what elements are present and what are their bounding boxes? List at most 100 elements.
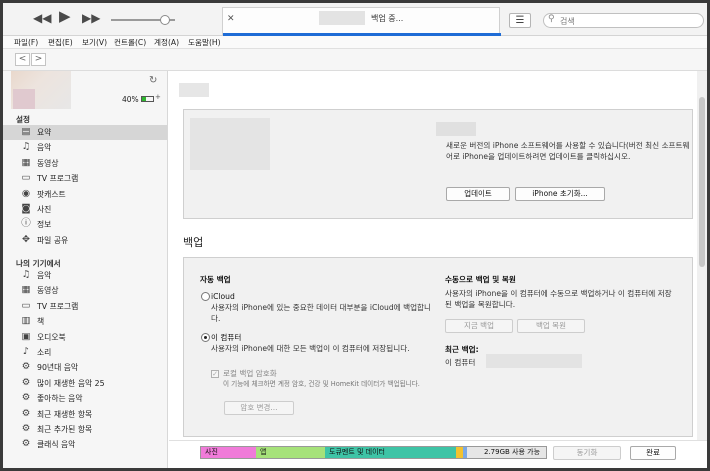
device-item[interactable]: ▦ 동영상 — [3, 283, 167, 298]
this-computer-description: 사용자의 iPhone에 대한 모든 백업이 이 컴퓨터에 저장됩니다. — [211, 344, 410, 353]
settings-item[interactable]: ▦ 동영상 — [3, 156, 167, 171]
smart-playlist-gear-icon: ⚙ — [21, 376, 31, 388]
device-item-label: 클래식 음악 — [37, 440, 76, 450]
settings-item-label: TV 프로그램 — [37, 174, 79, 184]
device-item[interactable]: ▥ 책 — [3, 314, 167, 329]
device-item-label: 최근 재생한 항목 — [37, 409, 93, 419]
search-box[interactable]: ⚲ — [543, 13, 704, 28]
smart-playlist-gear-icon: ⚙ — [21, 423, 31, 434]
menu-bar: 파일(F) 편집(E) 보기(V) 컨트롤(C) 계정(A) 도움말(H) — [3, 36, 707, 49]
device-item-label: 음악 — [37, 271, 52, 280]
icloud-description: 사용자의 iPhone에 있는 중요한 데이터 대부분을 iCloud에 백업합… — [211, 303, 432, 323]
encrypt-backup-label[interactable]: 로컬 백업 암호화 — [223, 368, 277, 379]
settings-item-label: 음악 — [37, 143, 52, 153]
tv-icon: ▭ — [21, 172, 31, 184]
sync-icon[interactable]: ↻ — [149, 75, 157, 86]
encrypt-backup-checkbox[interactable]: ✓ — [211, 370, 219, 378]
backup-heading: 백업 — [183, 236, 204, 249]
settings-item[interactable]: ◉ 팟캐스트 — [3, 187, 167, 202]
info-icon: ⓘ — [21, 218, 31, 230]
redacted-device-title — [179, 83, 209, 97]
done-button[interactable]: 완료 — [630, 446, 676, 460]
device-item[interactable]: ▣ 오디오북 — [3, 330, 167, 345]
settings-section-title: 설정 — [16, 115, 30, 124]
smart-playlist-gear-icon: ⚙ — [21, 392, 31, 404]
redacted-ios-version — [436, 122, 476, 136]
menu-edit[interactable]: 편집(E) — [48, 37, 73, 48]
settings-item[interactable]: ⓘ 정보 — [3, 217, 167, 232]
software-update-message: 새로운 버전의 iPhone 소프트웨어를 사용할 수 있습니다(버전 최신 소… — [446, 141, 690, 161]
film-icon: ▦ — [21, 284, 31, 296]
device-item[interactable]: ▭ TV 프로그램 — [3, 299, 167, 314]
redacted-backup-date — [486, 354, 582, 368]
audiobook-icon: ▣ — [21, 330, 31, 342]
settings-item[interactable]: ▭ TV 프로그램 — [3, 171, 167, 186]
settings-item-label: 동영상 — [37, 158, 59, 168]
settings-item[interactable]: ✥ 파일 공유 — [3, 233, 167, 248]
settings-item[interactable]: ▤ 요약 — [3, 125, 167, 140]
device-item[interactable]: ⚙ 많이 재생한 음악 25 — [3, 376, 167, 391]
device-item-label: 최근 추가된 항목 — [37, 425, 93, 434]
navigation-bar: < > — [3, 49, 707, 71]
backup-status-text: 백업 중... — [371, 14, 404, 23]
this-computer-radio[interactable] — [201, 333, 210, 342]
search-input[interactable] — [560, 15, 700, 27]
icloud-label[interactable]: iCloud — [211, 291, 235, 302]
device-item-label: 책 — [37, 317, 45, 327]
storage-capacity-bar[interactable]: 사진 앱 도큐멘트 및 데이터 2.79GB 사용 가능 — [200, 446, 547, 459]
main-scrollbar[interactable] — [697, 71, 707, 468]
itunes-window: ◀◀ ▶ ▶▶ ✕ 백업 중... ☰ ⚲ 파일(F) 편집(E) 보기(V) … — [0, 0, 710, 471]
fast-forward-icon[interactable]: ▶▶ — [82, 11, 100, 25]
battery-icon — [141, 96, 154, 102]
device-item[interactable]: ♪ 소리 — [3, 345, 167, 360]
device-item[interactable]: ⚙ 최근 재생한 항목 — [3, 407, 167, 422]
latest-backup-value: 이 컴퓨터 — [445, 358, 476, 367]
volume-slider-knob[interactable] — [160, 15, 171, 25]
summary-pane: 새로운 버전의 iPhone 소프트웨어를 사용할 수 있습니다(버전 최신 소… — [169, 71, 697, 468]
this-computer-label[interactable]: 이 컴퓨터 — [211, 332, 241, 343]
storage-segment — [463, 447, 467, 458]
storage-segment — [456, 447, 463, 458]
close-icon[interactable]: ✕ — [227, 14, 235, 24]
device-item-label: 소리 — [37, 348, 52, 357]
sidebar: ↻ 40% + 설정 ▤ 요약 ♫ 음악 ▦ 동영상 ▭ TV 프로그램 ◉ 팟캐스트 ◙ 사진 ⓘ 정보… — [3, 71, 168, 468]
icloud-radio[interactable] — [201, 292, 210, 301]
restore-backup-button[interactable]: 백업 복원 — [517, 319, 585, 333]
forward-button[interactable]: > — [31, 53, 46, 66]
settings-item-label: 팟캐스트 — [37, 189, 66, 199]
menu-view[interactable]: 보기(V) — [82, 37, 107, 48]
update-button[interactable]: 업데이트 — [446, 187, 510, 201]
music-note-icon: ♫ — [21, 141, 31, 153]
smart-playlist-gear-icon: ⚙ — [21, 407, 31, 419]
change-password-button[interactable]: 암호 변경... — [224, 401, 294, 415]
restore-iphone-button[interactable]: iPhone 초기화... — [515, 187, 605, 201]
rewind-icon[interactable]: ◀◀ — [33, 11, 51, 25]
settings-item[interactable]: ♫ 음악 — [3, 140, 167, 155]
scrollbar-thumb[interactable] — [699, 97, 705, 267]
device-item-label: 90년대 음악 — [37, 363, 79, 373]
menu-file[interactable]: 파일(F) — [14, 37, 38, 48]
device-item[interactable]: ⚙ 90년대 음악 — [3, 360, 167, 375]
menu-account[interactable]: 계정(A) — [154, 37, 179, 48]
device-item[interactable]: ⚙ 최근 추가된 항목 — [3, 422, 167, 437]
backup-panel: 자동 백업 iCloud 사용자의 iPhone에 있는 중요한 데이터 대부분… — [183, 257, 693, 437]
music-note-icon: ♫ — [21, 269, 31, 280]
settings-item[interactable]: ◙ 사진 — [3, 202, 167, 217]
smart-playlist-gear-icon: ⚙ — [21, 438, 31, 450]
sync-button[interactable]: 동기화 — [553, 446, 621, 460]
settings-item-label: 파일 공유 — [37, 235, 69, 245]
camera-icon: ◙ — [21, 203, 31, 214]
menu-help[interactable]: 도움말(H) — [188, 37, 221, 48]
device-item[interactable]: ⚙ 클래식 음악 — [3, 437, 167, 452]
menu-controls[interactable]: 컨트롤(C) — [114, 37, 146, 48]
list-view-button[interactable]: ☰ — [509, 13, 531, 28]
back-button[interactable]: < — [15, 53, 30, 66]
backup-now-button[interactable]: 지금 백업 — [445, 319, 513, 333]
device-item-label: 좋아하는 음악 — [37, 394, 83, 404]
list-icon: ☰ — [515, 15, 525, 26]
device-item[interactable]: ♫ 음악 — [3, 268, 167, 283]
device-item[interactable]: ⚙ 좋아하는 음악 — [3, 391, 167, 406]
play-icon[interactable]: ▶ — [59, 9, 71, 24]
manual-backup-title: 수동으로 백업 및 복원 — [445, 275, 516, 284]
podcast-icon: ◉ — [21, 187, 31, 199]
